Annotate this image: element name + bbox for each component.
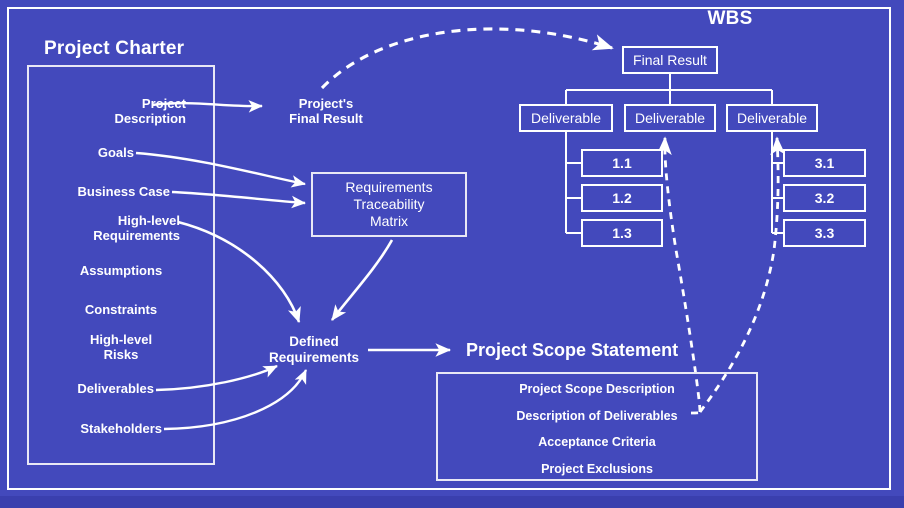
wbs-work-package-1-3: 1.3: [581, 219, 663, 247]
scope-item-description: Project Scope Description: [519, 382, 675, 396]
defined-requirements-label: Defined Requirements: [268, 334, 360, 365]
scope-item-acceptance: Acceptance Criteria: [538, 435, 656, 449]
wbs-work-package-1-1: 1.1: [581, 149, 663, 177]
project-scope-statement-items: Project Scope Description Description of…: [436, 383, 758, 489]
charter-item-stakeholders: Stakeholders: [80, 421, 162, 436]
charter-item-deliverables: Deliverables: [77, 381, 154, 396]
wbs-deliverable-box-1: Deliverable: [519, 104, 613, 132]
wbs-deliverable-box-2: Deliverable: [624, 104, 716, 132]
charter-item-high-level-requirements: High-level Requirements: [93, 213, 180, 244]
wbs-work-package-1-2: 1.2: [581, 184, 663, 212]
bottom-band: [0, 496, 904, 508]
wbs-deliverable-box-3: Deliverable: [726, 104, 818, 132]
project-scope-statement-title: Project Scope Statement: [466, 340, 679, 360]
project-charter-title: Project Charter: [44, 38, 185, 59]
charter-item-goals: Goals: [97, 145, 134, 160]
wbs-work-package-3-2: 3.2: [783, 184, 866, 212]
diagram-canvas: Project Charter Project Description Goal…: [0, 0, 904, 508]
wbs-final-result-box: Final Result: [622, 46, 718, 74]
charter-item-business-case: Business Case: [77, 184, 171, 199]
charter-item-constraints: Constraints: [84, 302, 158, 317]
projects-final-result-label: Project's Final Result: [289, 96, 363, 127]
scope-item-exclusions: Project Exclusions: [541, 461, 653, 476]
requirements-traceability-matrix-label: Requirements Traceability Matrix: [345, 179, 433, 229]
wbs-work-package-3-1: 3.1: [783, 149, 866, 177]
charter-item-assumptions: Assumptions: [79, 263, 163, 278]
charter-item-project-description: Project Description: [114, 96, 186, 127]
scope-item-deliverables: Description of Deliverables: [516, 408, 678, 423]
wbs-title: WBS: [707, 8, 753, 29]
wbs-work-package-3-3: 3.3: [783, 219, 866, 247]
charter-item-high-level-risks: High-level Risks: [89, 332, 153, 363]
